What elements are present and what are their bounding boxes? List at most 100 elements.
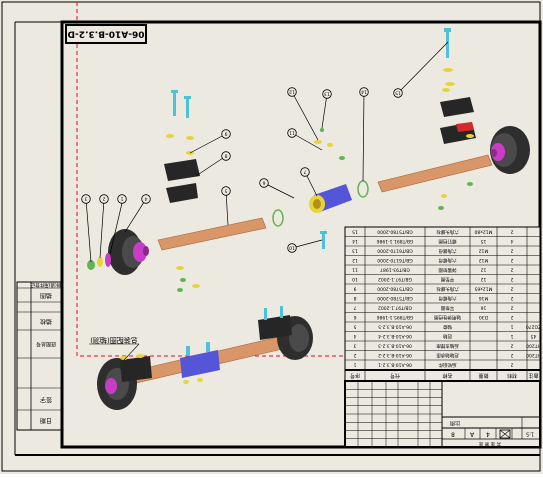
balloon-label: 4 bbox=[144, 196, 147, 202]
bom-cell: 5 bbox=[353, 323, 356, 329]
balloon-label: 15 bbox=[395, 90, 401, 96]
bom-cell: 2 bbox=[510, 228, 513, 234]
scale-label: 比例 bbox=[450, 420, 460, 427]
bom-cell: 后轴支撑座 bbox=[436, 342, 459, 349]
balloon-label: 14 bbox=[361, 89, 367, 95]
balloon-14: 14 bbox=[359, 87, 369, 97]
bom-cell: 轴套 bbox=[443, 323, 452, 330]
bom-header-cell: 代号 bbox=[390, 372, 400, 379]
sheet-label: 共 张 第 张 bbox=[478, 441, 501, 448]
bom-cell: 6 bbox=[353, 314, 356, 320]
bom-cell: 4 bbox=[510, 238, 513, 244]
bom-row: 2 06-A10-B.3.2-2 后轴轴承座 2 HT200 bbox=[353, 352, 540, 359]
bom-cell: 15 bbox=[481, 238, 487, 244]
scale-value: 1:5 bbox=[526, 431, 534, 437]
bom-cell: 12 bbox=[481, 266, 487, 272]
bom-table: 15 GB/T5780-2000 六角头螺栓 M12x80 214 GB/T891.1-1… bbox=[344, 226, 541, 382]
bom-cell: GB/T895.1-1986 bbox=[376, 314, 413, 320]
bom-cell: 7 bbox=[353, 304, 356, 310]
title-block: A 4 8 比例 1:5 共 张 第 张 bbox=[344, 380, 541, 448]
bom-cell: ZG270 bbox=[526, 323, 541, 329]
bom-cell: 六角头螺栓 bbox=[436, 285, 459, 292]
bom-cell: HT200 bbox=[526, 342, 541, 348]
balloon-2: 2 bbox=[99, 194, 109, 204]
bom-cell: 1 bbox=[510, 323, 513, 329]
right-axle-shaft bbox=[377, 154, 493, 193]
green-ring-1 bbox=[357, 180, 369, 198]
balloon-label: 10 bbox=[289, 245, 295, 251]
bom-cell: 2 bbox=[510, 314, 513, 320]
bom-cell: GB/T5780-2000 bbox=[377, 285, 413, 291]
bom-cell: GB/T5780-2000 bbox=[377, 228, 413, 234]
balloon-7: 7 bbox=[300, 167, 310, 177]
bom-cell: M12x80 bbox=[474, 228, 492, 234]
balloon-3: 3 bbox=[81, 194, 91, 204]
bom-header-cell: 材料 bbox=[507, 372, 517, 379]
bom-cell: 06-A10-B.3.2-1 bbox=[378, 361, 412, 367]
bom-cell: 2 bbox=[353, 352, 356, 358]
green-ring-2 bbox=[272, 209, 284, 227]
balloon-1: 1 bbox=[117, 194, 127, 204]
bom-cell: 2 bbox=[510, 361, 513, 367]
bom-header-cell: 备注 bbox=[528, 372, 538, 379]
balloon-label: 8 bbox=[224, 153, 227, 159]
bom-cell: 六角螺母 bbox=[438, 257, 456, 264]
bom-cell: 2 bbox=[510, 352, 513, 358]
balloon-10: 10 bbox=[287, 243, 297, 253]
bom-cell: 2 bbox=[510, 247, 513, 253]
sheet-mark-4: 4 bbox=[486, 431, 490, 438]
cyan-bolt-left-1 bbox=[173, 92, 176, 116]
bom-cell: 1 bbox=[510, 333, 513, 339]
bom-cell: D30 bbox=[479, 314, 488, 320]
bom-cell: 弹簧垫圈 bbox=[438, 266, 456, 273]
bom-cell: GB/T891.1-1986 bbox=[376, 238, 413, 244]
balloon-label: 6 bbox=[262, 180, 265, 186]
bom-row: 3 06-A10-B.3.2-3 后轴支撑座 2 HT200 bbox=[353, 342, 540, 349]
bom-cell: 06-A10-B.3.2-4 bbox=[378, 333, 412, 339]
bom-cell: 06-A10-B.3.2-5 bbox=[378, 323, 412, 329]
bom-cell: 06-A10-B.3.2-3 bbox=[378, 342, 412, 348]
bom-cell: 螺钉挡圈 bbox=[438, 238, 456, 245]
bom-cell: M12 bbox=[479, 257, 489, 263]
bom-cell: HT200 bbox=[526, 352, 541, 358]
drawing-canvas: 06-A10-B.3.2-D 借(通)用件登记 描图 描校 底图总号 签字 日期 bbox=[1, 1, 542, 472]
bom-cell: 后轴轴承座 bbox=[436, 352, 459, 359]
balloon-6: 6 bbox=[259, 178, 269, 188]
bom-cell: 11 bbox=[352, 266, 358, 272]
bom-cell: 平垫圈 bbox=[440, 276, 454, 283]
bom-cell: 06-A10-B.3.2-2 bbox=[378, 352, 412, 358]
bom-cell: 45 bbox=[531, 333, 537, 339]
bom-cell: M16 bbox=[479, 295, 489, 301]
bom-header-cell: 名称 bbox=[442, 372, 452, 379]
bom-cell: GB/T5780-2000 bbox=[377, 295, 413, 301]
drawing-sheet: 06-A10-B.3.2-D 借(通)用件登记 描图 描校 底图总号 签字 日期 bbox=[0, 0, 543, 474]
side-table: 借(通)用件登记 描图 描校 底图总号 签字 日期 bbox=[16, 281, 62, 431]
bom-cell: 13 bbox=[352, 247, 358, 253]
bom-cell: 12 bbox=[352, 257, 358, 263]
balloon-13: 13 bbox=[322, 89, 332, 99]
bom-cell: 六角螺母 bbox=[438, 247, 456, 254]
bom-cell: 六角螺母 bbox=[438, 295, 456, 302]
bom-cell: 平垫圈 bbox=[440, 304, 454, 311]
balloon-label: 13 bbox=[324, 91, 330, 97]
bom-cell: 后轮组件 bbox=[438, 361, 456, 368]
side-row-4: 签字 bbox=[40, 396, 52, 404]
bom-header-cell: 数量 bbox=[478, 372, 488, 379]
balloon-label: 11 bbox=[289, 130, 295, 136]
bom-cell: 3 bbox=[353, 342, 356, 348]
bom-cell: 16 bbox=[481, 304, 487, 310]
balloon-8: 8 bbox=[221, 151, 231, 161]
bom-cell: 2 bbox=[510, 266, 513, 272]
balloon-15: 15 bbox=[393, 88, 403, 98]
bom-cell: 2 bbox=[510, 257, 513, 263]
balloon-label: 5 bbox=[224, 188, 227, 194]
balloon-12: 12 bbox=[287, 87, 297, 97]
balloon-label: 1 bbox=[120, 196, 123, 202]
assembled-axle bbox=[97, 306, 313, 410]
bom-cell: 10 bbox=[352, 276, 358, 282]
bom-cell: 2 bbox=[510, 342, 513, 348]
bom-cell: 2 bbox=[510, 304, 513, 310]
balloon-label: 9 bbox=[224, 131, 227, 137]
bom-cell: 8 bbox=[353, 295, 356, 301]
bom-cell: 轴用弹性挡圈 bbox=[434, 314, 461, 321]
